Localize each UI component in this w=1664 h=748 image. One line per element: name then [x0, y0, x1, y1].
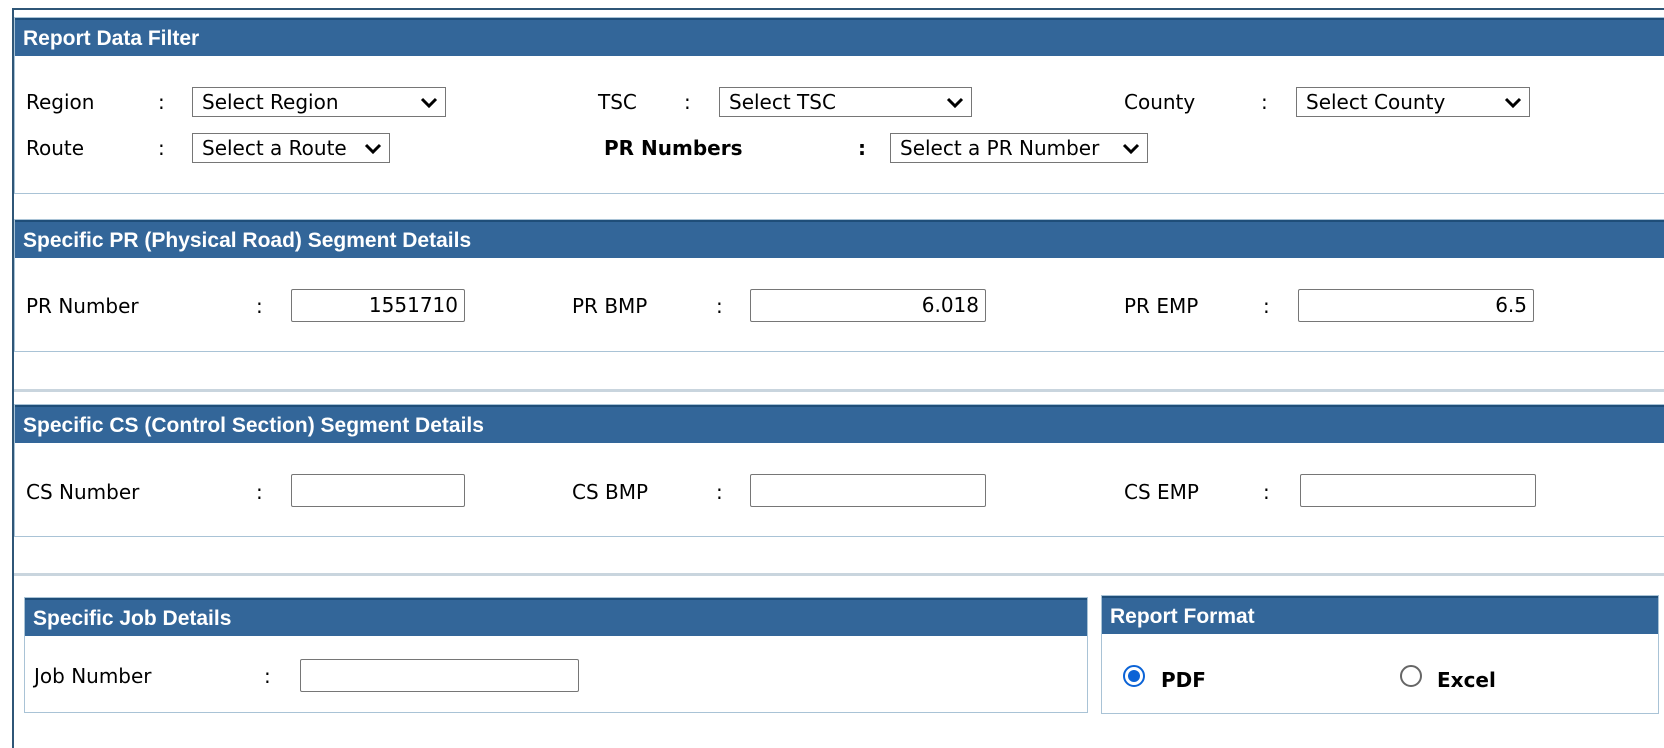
tsc-label: TSC: [598, 90, 637, 114]
tsc-select[interactable]: Select TSC: [719, 87, 972, 117]
region-select-value: Select Region: [202, 90, 339, 114]
cs-number-input[interactable]: [291, 474, 465, 507]
pdf-label[interactable]: PDF: [1161, 666, 1206, 694]
job-details-panel: Specific Job Details: [24, 597, 1088, 713]
pr-bmp-input[interactable]: 6.018: [750, 289, 986, 322]
excel-radio[interactable]: [1400, 665, 1422, 687]
cs-segment-header: Specific CS (Control Section) Segment De…: [15, 405, 1664, 443]
job-number-input[interactable]: [300, 659, 579, 692]
pr-emp-label: PR EMP: [1124, 294, 1199, 318]
pr-emp-colon: :: [1263, 294, 1270, 318]
tsc-select-value: Select TSC: [729, 90, 836, 114]
pr-bmp-colon: :: [716, 294, 723, 318]
route-colon: :: [158, 136, 165, 160]
pr-number-colon: :: [256, 294, 263, 318]
pr-segment-panel: Specific PR (Physical Road) Segment Deta…: [14, 219, 1664, 352]
job-number-label: Job Number: [34, 664, 152, 688]
section-divider: [14, 389, 1664, 392]
job-details-header: Specific Job Details: [25, 598, 1087, 636]
cs-segment-panel: Specific CS (Control Section) Segment De…: [14, 404, 1664, 537]
pr-number-input[interactable]: 1551710: [291, 289, 465, 322]
route-label: Route: [26, 136, 85, 160]
chevron-down-icon: [1122, 143, 1140, 155]
county-colon: :: [1261, 90, 1268, 114]
cs-emp-colon: :: [1263, 480, 1270, 504]
chevron-down-icon: [420, 97, 438, 109]
cs-bmp-colon: :: [716, 480, 723, 504]
pr-bmp-label: PR BMP: [572, 294, 648, 318]
chevron-down-icon: [1504, 97, 1522, 109]
pr-number-select[interactable]: Select a PR Number: [890, 133, 1148, 163]
report-format-header: Report Format: [1102, 596, 1658, 634]
cs-number-label: CS Number: [26, 480, 140, 504]
pr-number-label: PR Number: [26, 294, 139, 318]
section-divider: [14, 573, 1664, 576]
cs-number-colon: :: [256, 480, 263, 504]
county-select-value: Select County: [1306, 90, 1446, 114]
chevron-down-icon: [946, 97, 964, 109]
pr-number-select-value: Select a PR Number: [900, 136, 1100, 160]
pr-numbers-colon: :: [858, 136, 866, 160]
pr-segment-header: Specific PR (Physical Road) Segment Deta…: [15, 220, 1664, 258]
cs-bmp-input[interactable]: [750, 474, 986, 507]
job-number-colon: :: [264, 664, 271, 688]
pr-emp-input[interactable]: 6.5: [1298, 289, 1534, 322]
cs-emp-label: CS EMP: [1124, 480, 1199, 504]
report-data-filter-header: Report Data Filter: [15, 18, 1664, 56]
pdf-radio[interactable]: [1123, 665, 1145, 687]
excel-label[interactable]: Excel: [1437, 666, 1496, 694]
county-select[interactable]: Select County: [1296, 87, 1530, 117]
region-colon: :: [158, 90, 165, 114]
county-label: County: [1124, 90, 1196, 114]
report-format-panel: Report Format: [1101, 595, 1659, 714]
region-label: Region: [26, 90, 95, 114]
cs-emp-input[interactable]: [1300, 474, 1536, 507]
tsc-colon: :: [684, 90, 691, 114]
route-select[interactable]: Select a Route: [192, 133, 390, 163]
route-select-value: Select a Route: [202, 136, 347, 160]
region-select[interactable]: Select Region: [192, 87, 446, 117]
chevron-down-icon: [364, 143, 382, 155]
cs-bmp-label: CS BMP: [572, 480, 649, 504]
pr-numbers-label: PR Numbers: [604, 136, 743, 160]
